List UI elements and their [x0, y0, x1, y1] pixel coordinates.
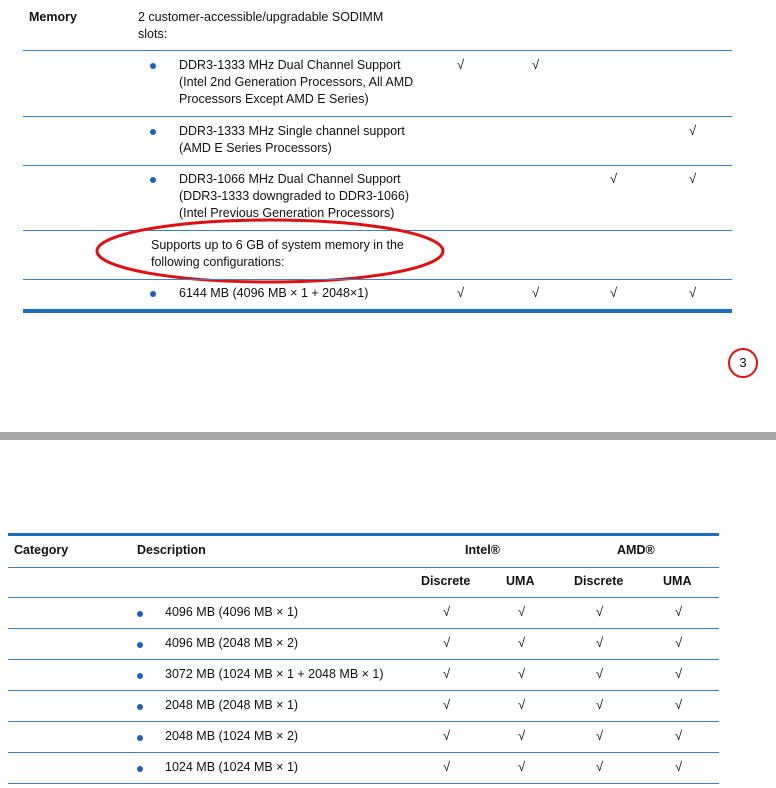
row1-line3: Processors Except AMD E Series) — [179, 92, 369, 106]
check-mark: √ — [518, 604, 526, 619]
memory-config-label: 2048 MB (1024 MB × 2) — [165, 729, 299, 743]
check-mark: √ — [596, 759, 604, 774]
row-divider — [23, 279, 732, 280]
bullet — [150, 63, 156, 69]
check-mark: √ — [443, 759, 451, 774]
bullet — [150, 177, 156, 183]
row1-line2: (Intel 2nd Generation Processors, All AM… — [179, 75, 414, 89]
page-separator — [0, 432, 776, 440]
row-divider — [23, 50, 732, 51]
check-mark: √ — [457, 285, 465, 300]
check-mark: √ — [675, 604, 683, 619]
row-divider — [8, 721, 719, 722]
memory-config-label: 4096 MB (2048 MB × 2) — [165, 636, 299, 650]
memory-config-label: 4096 MB (4096 MB × 1) — [165, 605, 299, 619]
check-mark: √ — [443, 635, 451, 650]
bullet — [137, 642, 143, 648]
check-mark: √ — [457, 57, 465, 72]
row-divider — [8, 659, 719, 660]
header-category: Category — [14, 543, 69, 557]
bullet — [137, 704, 143, 710]
row1-line1: DDR3-1333 MHz Dual Channel Support — [179, 58, 401, 72]
check-mark: √ — [675, 666, 683, 681]
check-mark: √ — [518, 635, 526, 650]
check-mark: √ — [596, 604, 604, 619]
bullet — [137, 766, 143, 772]
check-mark: √ — [518, 666, 526, 681]
check-mark: √ — [689, 123, 697, 138]
check-mark: √ — [532, 57, 540, 72]
check-mark: √ — [518, 759, 526, 774]
check-mark: √ — [610, 171, 618, 186]
table-bottom-rule — [23, 309, 732, 313]
header-discrete-intel: Discrete — [421, 574, 471, 588]
page-number-circle: 3 — [728, 348, 758, 378]
check-mark: √ — [443, 697, 451, 712]
check-mark: √ — [596, 635, 604, 650]
check-mark: √ — [689, 171, 697, 186]
row2-line2: (AMD E Series Processors) — [179, 141, 332, 155]
check-mark: √ — [675, 697, 683, 712]
header-intel: Intel® — [465, 543, 500, 557]
header-discrete-amd: Discrete — [574, 574, 624, 588]
row-divider — [8, 690, 719, 691]
bullet — [137, 735, 143, 741]
row-divider — [8, 783, 719, 784]
row-divider — [23, 116, 732, 117]
page-number: 3 — [739, 355, 747, 370]
slots-text-line1: 2 customer-accessible/upgradable SODIMM — [138, 10, 384, 24]
check-mark: √ — [518, 697, 526, 712]
check-mark: √ — [596, 697, 604, 712]
memory-config-label: 2048 MB (2048 MB × 1) — [165, 698, 299, 712]
check-mark: √ — [689, 285, 697, 300]
check-mark: √ — [443, 666, 451, 681]
row-divider — [8, 567, 719, 568]
header-amd: AMD® — [617, 543, 655, 557]
slots-text-line2: slots: — [138, 27, 168, 41]
check-mark: √ — [610, 285, 618, 300]
row3-line1: DDR3-1066 MHz Dual Channel Support — [179, 172, 401, 186]
header-uma-intel: UMA — [506, 574, 535, 588]
memory-config-label: 1024 MB (1024 MB × 1) — [165, 760, 299, 774]
check-mark: √ — [532, 285, 540, 300]
row2-line1: DDR3-1333 MHz Single channel support — [179, 124, 405, 138]
bullet — [150, 291, 156, 297]
bullet — [137, 673, 143, 679]
table-top-rule — [8, 533, 719, 536]
row-divider — [23, 165, 732, 166]
check-mark: √ — [596, 666, 604, 681]
check-mark: √ — [443, 604, 451, 619]
check-mark: √ — [518, 728, 526, 743]
header-description: Description — [137, 543, 206, 557]
row4-label: 6144 MB (4096 MB × 1 + 2048×1) — [179, 286, 369, 300]
bullet — [150, 129, 156, 135]
check-mark: √ — [596, 728, 604, 743]
check-mark: √ — [675, 759, 683, 774]
red-ellipse-annotation — [95, 218, 445, 284]
header-uma-amd: UMA — [663, 574, 692, 588]
row-divider — [8, 597, 719, 598]
row3-line2: (DDR3-1333 downgraded to DDR3-1066) — [179, 189, 409, 203]
category-memory: Memory — [29, 10, 77, 24]
bullet — [137, 611, 143, 617]
row-divider — [8, 752, 719, 753]
check-mark: √ — [443, 728, 451, 743]
row-divider — [8, 628, 719, 629]
memory-config-label: 3072 MB (1024 MB × 1 + 2048 MB × 1) — [165, 667, 384, 681]
check-mark: √ — [675, 728, 683, 743]
check-mark: √ — [675, 635, 683, 650]
